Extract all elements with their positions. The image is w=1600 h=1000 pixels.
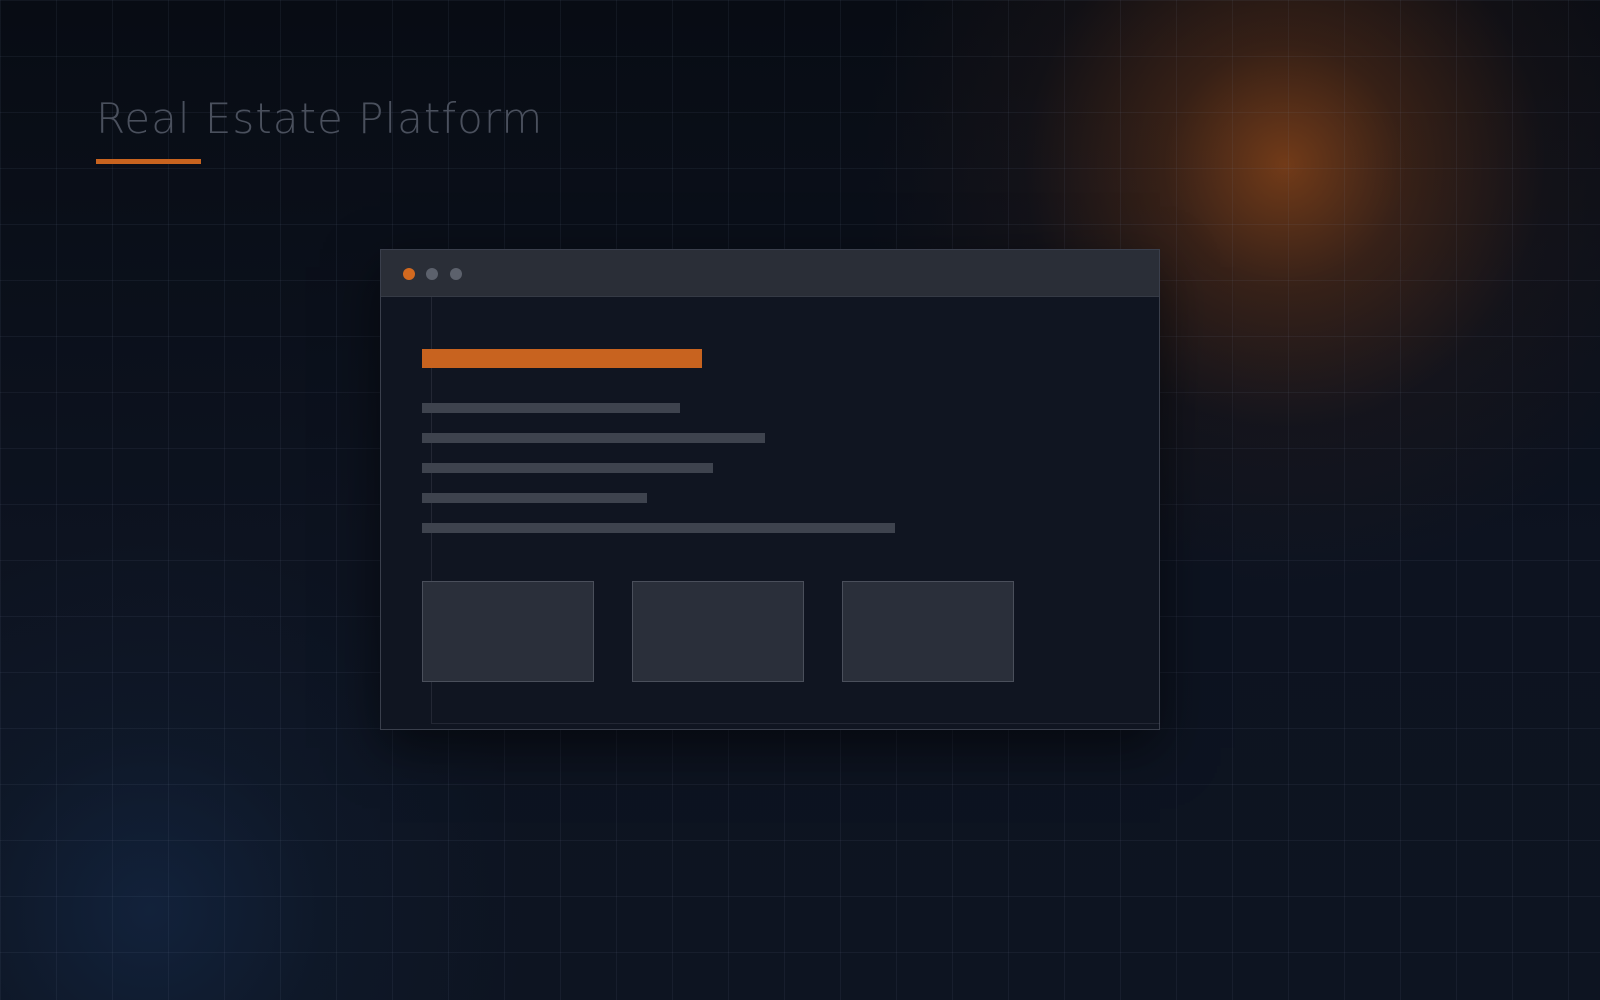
heading-placeholder-bar: [422, 349, 702, 368]
text-line-placeholder: [422, 433, 765, 443]
window-close-dot-icon: [403, 268, 415, 280]
window-minimize-dot-icon: [426, 268, 438, 280]
text-line-placeholder: [422, 493, 647, 503]
page-title: Real Estate Platform: [96, 94, 544, 143]
title-underline: [96, 159, 201, 164]
text-line-placeholder: [422, 403, 680, 413]
text-line-placeholder: [422, 523, 895, 533]
text-line-placeholder: [422, 463, 713, 473]
card-placeholder: [422, 581, 594, 682]
card-placeholder: [632, 581, 804, 682]
window-title-bar: [381, 250, 1159, 297]
window-maximize-dot-icon: [450, 268, 462, 280]
browser-window-mockup: [380, 249, 1160, 730]
card-placeholder: [842, 581, 1014, 682]
